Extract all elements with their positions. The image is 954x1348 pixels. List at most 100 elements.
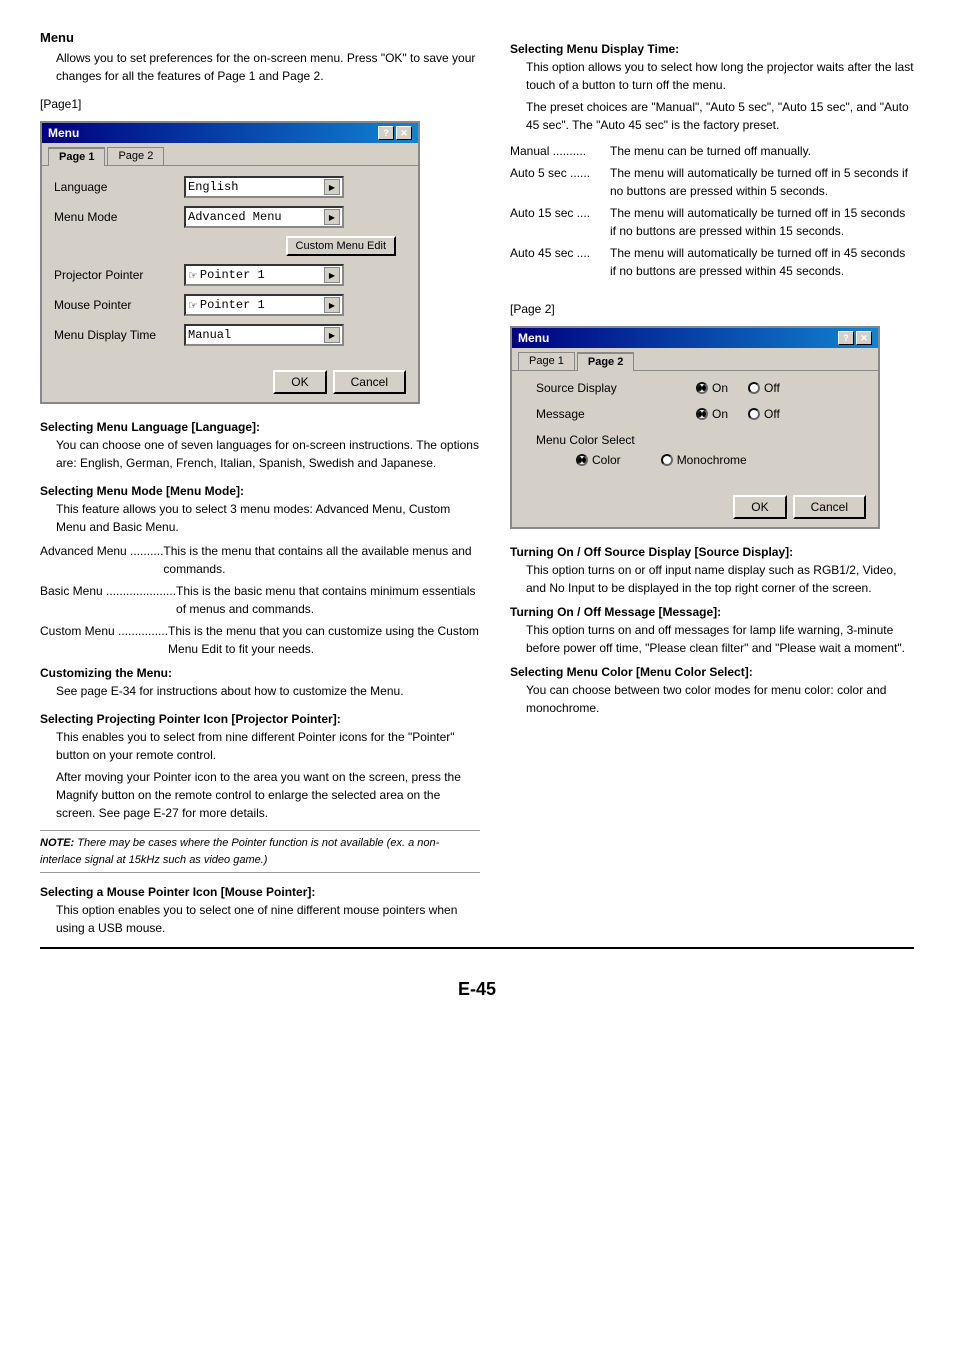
dialog1-projptr-select[interactable]: ☞ Pointer 1 ▶ bbox=[184, 264, 344, 286]
dialog1-displaytime-value: Manual bbox=[188, 328, 324, 342]
dialog1-mouseptr-select[interactable]: ☞ Pointer 1 ▶ bbox=[184, 294, 344, 316]
message-on-radio[interactable] bbox=[696, 408, 708, 420]
dialog1-menumode-arrow[interactable]: ▶ bbox=[324, 209, 340, 225]
dialog1-close-btn[interactable]: ✕ bbox=[396, 126, 412, 140]
dialog2-ok-button[interactable]: OK bbox=[733, 495, 786, 519]
dialog1-cancel-button[interactable]: Cancel bbox=[333, 370, 406, 394]
dialog1-menumode-label: Menu Mode bbox=[54, 210, 184, 224]
dialog2-sourcedisplay-radios: On Off bbox=[696, 381, 780, 395]
def-manual-term: Manual .......... bbox=[510, 142, 610, 160]
color-option[interactable]: Color bbox=[576, 453, 621, 467]
dialog1-menumode-row: Menu Mode Advanced Menu ▶ bbox=[54, 206, 406, 228]
sourcedisplay-text: This option turns on or off input name d… bbox=[510, 561, 914, 597]
dialog1-projptr-label: Projector Pointer bbox=[54, 268, 184, 282]
dialog-page1: Menu ? ✕ Page 1 Page 2 Language English … bbox=[40, 121, 420, 404]
def-auto5: Auto 5 sec ...... The menu will automati… bbox=[510, 164, 914, 200]
dialog-page2: Menu ? ✕ Page 1 Page 2 Source Display bbox=[510, 326, 880, 529]
message-on-option[interactable]: On bbox=[696, 407, 728, 421]
dialog1-menumode-value: Advanced Menu bbox=[188, 210, 324, 224]
def-manual: Manual .......... The menu can be turned… bbox=[510, 142, 914, 160]
dialog1-language-arrow[interactable]: ▶ bbox=[324, 179, 340, 195]
color-radio[interactable] bbox=[576, 454, 588, 466]
dialog1-displaytime-arrow[interactable]: ▶ bbox=[324, 327, 340, 343]
source-display-off-option[interactable]: Off bbox=[748, 381, 780, 395]
dialog2-footer: OK Cancel bbox=[512, 489, 878, 527]
dialog1-menumode-select[interactable]: Advanced Menu ▶ bbox=[184, 206, 344, 228]
dialog1-mouseptr-value: Pointer 1 bbox=[200, 298, 324, 312]
dialog1-tab2[interactable]: Page 2 bbox=[107, 147, 164, 165]
def-auto5-term: Auto 5 sec ...... bbox=[510, 164, 610, 200]
monochrome-radio[interactable] bbox=[661, 454, 673, 466]
time-defs: Manual .......... The menu can be turned… bbox=[510, 142, 914, 280]
dialog1-title: Menu bbox=[48, 126, 79, 140]
def-custom-term: Custom Menu ............... bbox=[40, 622, 168, 658]
custom-menu-edit-button[interactable]: Custom Menu Edit bbox=[286, 236, 396, 256]
page1-label: [Page1] bbox=[40, 95, 480, 113]
pointer1-icon: ☞ bbox=[188, 269, 198, 282]
displaytime-text: This option allows you to select how lon… bbox=[510, 58, 914, 134]
dialog1-projptr-row: Projector Pointer ☞ Pointer 1 ▶ bbox=[54, 264, 406, 286]
message-off-option[interactable]: Off bbox=[748, 407, 780, 421]
dialog1-displaytime-row: Menu Display Time Manual ▶ bbox=[54, 324, 406, 346]
dialog1-tab1[interactable]: Page 1 bbox=[48, 147, 105, 166]
source-display-on-option[interactable]: On bbox=[696, 381, 728, 395]
dialog1-projptr-value: Pointer 1 bbox=[200, 268, 324, 282]
source-display-off-radio[interactable] bbox=[748, 382, 760, 394]
message-off-radio[interactable] bbox=[748, 408, 760, 420]
dialog2-tab1[interactable]: Page 1 bbox=[518, 352, 575, 370]
monochrome-option[interactable]: Monochrome bbox=[661, 453, 747, 467]
dialog2-cancel-button[interactable]: Cancel bbox=[793, 495, 866, 519]
dialog1-projptr-arrow[interactable]: ▶ bbox=[324, 267, 340, 283]
dialog1-mouseptr-arrow[interactable]: ▶ bbox=[324, 297, 340, 313]
dialog2-color-row: Menu Color Select Color Monochrome bbox=[524, 433, 866, 467]
def-basic-menu: Basic Menu ..................... This is… bbox=[40, 582, 480, 618]
dialog2-body: Source Display On Off Message bbox=[512, 370, 878, 489]
def-advanced-menu: Advanced Menu .......... This is the men… bbox=[40, 542, 480, 578]
def-auto45: Auto 45 sec .... The menu will automatic… bbox=[510, 244, 914, 280]
message-heading: Turning On / Off Message [Message]: bbox=[510, 605, 914, 619]
dialog1-footer: OK Cancel bbox=[42, 364, 418, 402]
dialog1-ok-button[interactable]: OK bbox=[273, 370, 326, 394]
dialog2-title-buttons: ? ✕ bbox=[838, 331, 872, 345]
dialog2-message-label: Message bbox=[536, 407, 696, 421]
menucolor-heading: Selecting Menu Color [Menu Color Select]… bbox=[510, 665, 914, 679]
dialog2-title: Menu bbox=[518, 331, 549, 345]
dialog1-mouseptr-row: Mouse Pointer ☞ Pointer 1 ▶ bbox=[54, 294, 406, 316]
def-auto45-desc: The menu will automatically be turned of… bbox=[610, 244, 914, 280]
dialog2-tab2[interactable]: Page 2 bbox=[577, 352, 634, 371]
def-basic-term: Basic Menu ..................... bbox=[40, 582, 176, 618]
dialog1-language-label: Language bbox=[54, 180, 184, 194]
dialog2-close-btn[interactable]: ✕ bbox=[856, 331, 872, 345]
dialog2-sourcedisplay-label: Source Display bbox=[536, 381, 696, 395]
dialog1-title-buttons: ? ✕ bbox=[378, 126, 412, 140]
projptr-text: This enables you to select from nine dif… bbox=[40, 728, 480, 822]
note-pointer: NOTE: There may be cases where the Point… bbox=[40, 830, 480, 873]
dialog1-tabs: Page 1 Page 2 bbox=[42, 143, 418, 165]
customize-heading: Customizing the Menu: bbox=[40, 666, 480, 680]
dialog1-language-value: English bbox=[188, 180, 324, 194]
def-auto15-term: Auto 15 sec .... bbox=[510, 204, 610, 240]
def-auto15: Auto 15 sec .... The menu will automatic… bbox=[510, 204, 914, 240]
dialog1-language-select[interactable]: English ▶ bbox=[184, 176, 344, 198]
dialog2-help-btn[interactable]: ? bbox=[838, 331, 854, 345]
dialog1-displaytime-select[interactable]: Manual ▶ bbox=[184, 324, 344, 346]
displaytime-heading: Selecting Menu Display Time: bbox=[510, 42, 914, 56]
customize-text: See page E-34 for instructions about how… bbox=[40, 682, 480, 700]
source-display-on-radio[interactable] bbox=[696, 382, 708, 394]
dialog1-custombtn-row: Custom Menu Edit bbox=[54, 236, 406, 256]
dialog1-help-btn[interactable]: ? bbox=[378, 126, 394, 140]
dialog2-message-radios: On Off bbox=[696, 407, 780, 421]
def-advanced-desc: This is the menu that contains all the a… bbox=[163, 542, 480, 578]
menumode-text: This feature allows you to select 3 menu… bbox=[40, 500, 480, 536]
page2-label: [Page 2] bbox=[510, 300, 914, 318]
def-auto5-desc: The menu will automatically be turned of… bbox=[610, 164, 914, 200]
dialog2-message-row: Message On Off bbox=[524, 407, 866, 421]
def-custom-menu: Custom Menu ............... This is the … bbox=[40, 622, 480, 658]
menu-heading: Menu bbox=[40, 30, 480, 45]
dialog2-color-options: Color Monochrome bbox=[536, 453, 854, 467]
projptr-heading: Selecting Projecting Pointer Icon [Proje… bbox=[40, 712, 480, 726]
menucolor-text: You can choose between two color modes f… bbox=[510, 681, 914, 717]
message-text: This option turns on and off messages fo… bbox=[510, 621, 914, 657]
def-manual-desc: The menu can be turned off manually. bbox=[610, 142, 914, 160]
lang-heading: Selecting Menu Language [Language]: bbox=[40, 420, 480, 434]
